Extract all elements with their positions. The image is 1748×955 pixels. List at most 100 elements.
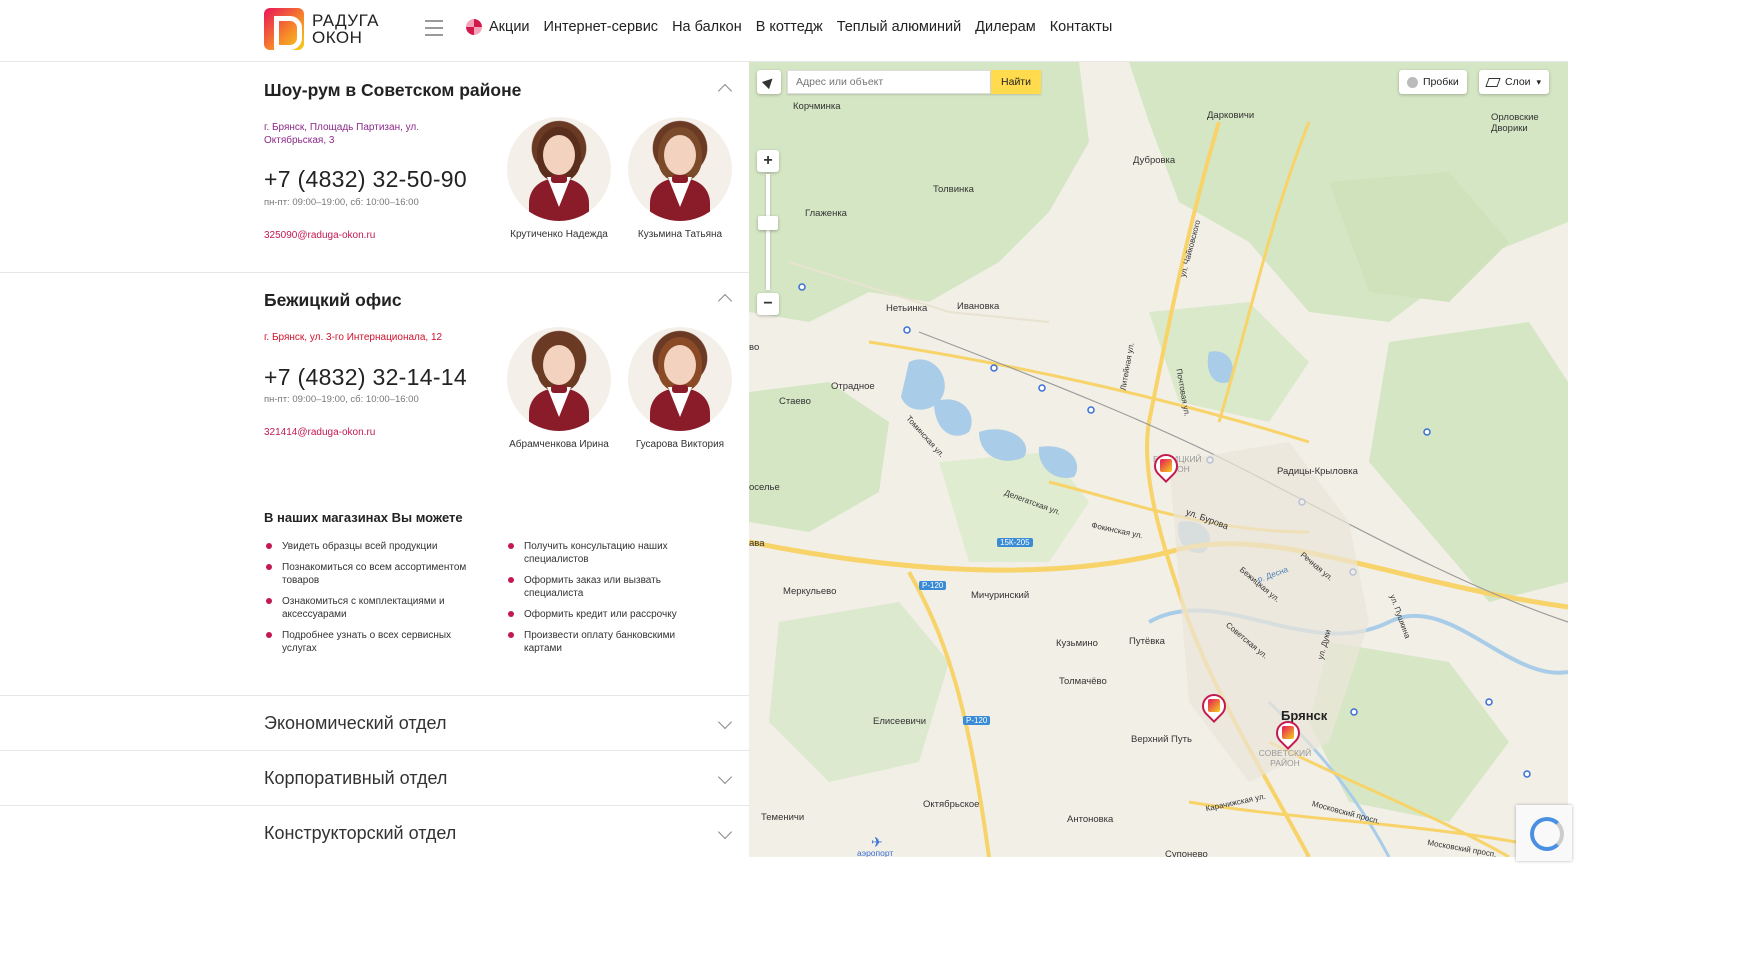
map-search-box[interactable]	[787, 70, 991, 94]
staff-card: Крутиченко Надежда	[507, 117, 611, 241]
staff-card: Кузьмина Татьяна	[628, 117, 732, 241]
staff-name: Кузьмина Татьяна	[637, 229, 723, 240]
map-label: Дубровка	[1133, 155, 1176, 166]
expand-chevron-down-icon[interactable]	[717, 824, 733, 840]
road-badge: 15К-205	[997, 538, 1033, 547]
zoom-slider-track[interactable]	[766, 174, 770, 290]
offices-panel: Шоу-рум в Советском районе г. Брянск, Пл…	[0, 62, 749, 857]
dept-label: Конструкторский отдел	[264, 823, 457, 843]
layers-button[interactable]: Слои ▾	[1479, 70, 1550, 94]
office-phone[interactable]: +7 (4832) 32-14-14	[264, 364, 467, 391]
office-title[interactable]: Шоу-рум в Советском районе	[264, 80, 521, 101]
office-bezhitsky: Бежицкий офис г. Брянск, ул. 3-го Интерн…	[0, 272, 749, 502]
feature-item: Ознакомиться с комплектациями и аксессуа…	[264, 595, 484, 621]
feature-item: Подробнее узнать о всех сервисных услуга…	[264, 629, 484, 655]
office-address: г. Брянск, Площадь Партизан, ул. Октябрь…	[264, 122, 420, 146]
map-label: Толмачёво	[1059, 676, 1107, 687]
map-label: Меркульево	[783, 586, 837, 597]
chevron-down-icon: ▾	[1536, 77, 1542, 87]
map-search-input[interactable]	[788, 71, 990, 93]
map-label: Антоновка	[1067, 814, 1114, 825]
staff-name: Крутиченко Надежда	[510, 229, 608, 240]
hamburger-menu-icon[interactable]	[425, 20, 443, 36]
staff-name: Гусарова Виктория	[635, 439, 725, 450]
road-badge: Р-120	[919, 581, 947, 590]
nav-item-cottage[interactable]: В коттедж	[756, 19, 823, 35]
dept-corporate[interactable]: Корпоративный отдел	[0, 750, 749, 805]
staff-name: Абрамченкова Ирина	[509, 439, 609, 450]
site-logo[interactable]: РАДУГА ОКОН	[264, 8, 379, 50]
map-label: ава	[749, 538, 765, 549]
nav-item-internet-service[interactable]: Интернет-сервис	[544, 19, 659, 35]
office-phone[interactable]: +7 (4832) 32-50-90	[264, 166, 467, 193]
office-map-marker[interactable]	[1271, 716, 1305, 753]
map-label: Орловские Дворики	[1491, 112, 1539, 134]
office-address: г. Брянск, ул. 3-го Интернационала, 12	[264, 332, 443, 343]
nav-item-dealers[interactable]: Дилерам	[975, 19, 1036, 35]
road-badge: Р-120	[963, 716, 991, 725]
office-hours: пн-пт: 09:00–19:00, сб: 10:00–16:00	[264, 394, 419, 405]
nav-item-warm-aluminum[interactable]: Теплый алюминий	[837, 19, 961, 35]
layers-icon	[1485, 77, 1501, 87]
logo-mark-icon	[1160, 459, 1172, 472]
map-label: Дарковичи	[1207, 110, 1255, 121]
staff-avatar	[628, 327, 732, 431]
map-label: Кузьмино	[1056, 638, 1098, 649]
collapse-chevron-up-icon[interactable]	[717, 293, 733, 309]
nav-item-contacts[interactable]: Контакты	[1050, 19, 1113, 35]
office-email[interactable]: 325090@raduga-okon.ru	[264, 230, 375, 241]
map-label: Корчминка	[793, 101, 841, 112]
logo-line2: ОКОН	[312, 28, 363, 47]
site-header: РАДУГА ОКОН Акции Интернет-сервис На бал…	[0, 0, 1568, 62]
promo-flower-icon	[466, 19, 482, 35]
map-label: Супонево	[1165, 849, 1208, 857]
office-hours: пн-пт: 09:00–19:00, сб: 10:00–16:00	[264, 197, 419, 208]
dept-label: Экономический отдел	[264, 713, 447, 733]
main-nav: Акции Интернет-сервис На балкон В коттед…	[466, 19, 1126, 35]
dept-economic[interactable]: Экономический отдел	[0, 695, 749, 750]
nav-item-promo[interactable]: Акции	[466, 19, 530, 35]
office-email[interactable]: 321414@raduga-okon.ru	[264, 427, 375, 438]
map-label: Путёвка	[1129, 636, 1165, 647]
map-label: Отрадное	[831, 381, 875, 392]
recaptcha-badge[interactable]	[1516, 805, 1572, 861]
airport-icon: ✈	[871, 834, 883, 850]
map-label: Мичуринский	[971, 590, 1030, 601]
expand-chevron-down-icon[interactable]	[717, 714, 733, 730]
office-map-marker[interactable]	[1149, 449, 1183, 486]
staff-avatar	[507, 327, 611, 431]
map-label: Нетьинка	[886, 303, 928, 314]
map-label: Елисеевичи	[873, 716, 927, 727]
collapse-chevron-up-icon[interactable]	[717, 83, 733, 99]
map-label: Радицы-Крыловка	[1277, 466, 1358, 477]
feature-item: Познакомиться со всем ассортиментом това…	[264, 561, 484, 587]
dept-label: Корпоративный отдел	[264, 768, 448, 788]
map-label: Октябрьское	[923, 799, 980, 810]
staff-avatar	[628, 117, 732, 221]
office-map-marker[interactable]	[1197, 689, 1231, 726]
traffic-light-icon	[1407, 76, 1418, 88]
feature-item: Увидеть образцы всей продукции	[264, 540, 484, 553]
features-title: В наших магазинах Вы можете	[264, 510, 463, 525]
logo-mark-icon	[264, 8, 304, 50]
map-label: Верхний Путь	[1131, 734, 1192, 745]
office-title[interactable]: Бежицкий офис	[264, 290, 402, 311]
map-label: Ивановка	[957, 301, 1000, 312]
geolocation-icon[interactable]	[757, 70, 781, 94]
map-label: Толвинка	[933, 184, 974, 195]
features-list-left: Увидеть образцы всей продукции Познакоми…	[264, 540, 484, 663]
map-find-button[interactable]: Найти	[991, 70, 1041, 94]
nav-item-balcony[interactable]: На балкон	[672, 19, 742, 35]
feature-item: Получить консультацию наших специалистов	[506, 540, 706, 566]
traffic-button[interactable]: Пробки	[1399, 70, 1467, 94]
logo-mark-icon	[1208, 699, 1220, 712]
zoom-in-button[interactable]: +	[757, 150, 779, 172]
zoom-slider-handle[interactable]	[758, 216, 778, 230]
staff-avatar	[507, 117, 611, 221]
logo-mark-icon	[1282, 726, 1294, 739]
map-label: во	[749, 342, 760, 353]
dept-design[interactable]: Конструкторский отдел	[0, 805, 749, 860]
yandex-map[interactable]: Найти Пробки Слои ▾ + − Корчминка Дарков…	[749, 62, 1568, 857]
zoom-out-button[interactable]: −	[757, 293, 779, 315]
expand-chevron-down-icon[interactable]	[717, 769, 733, 785]
